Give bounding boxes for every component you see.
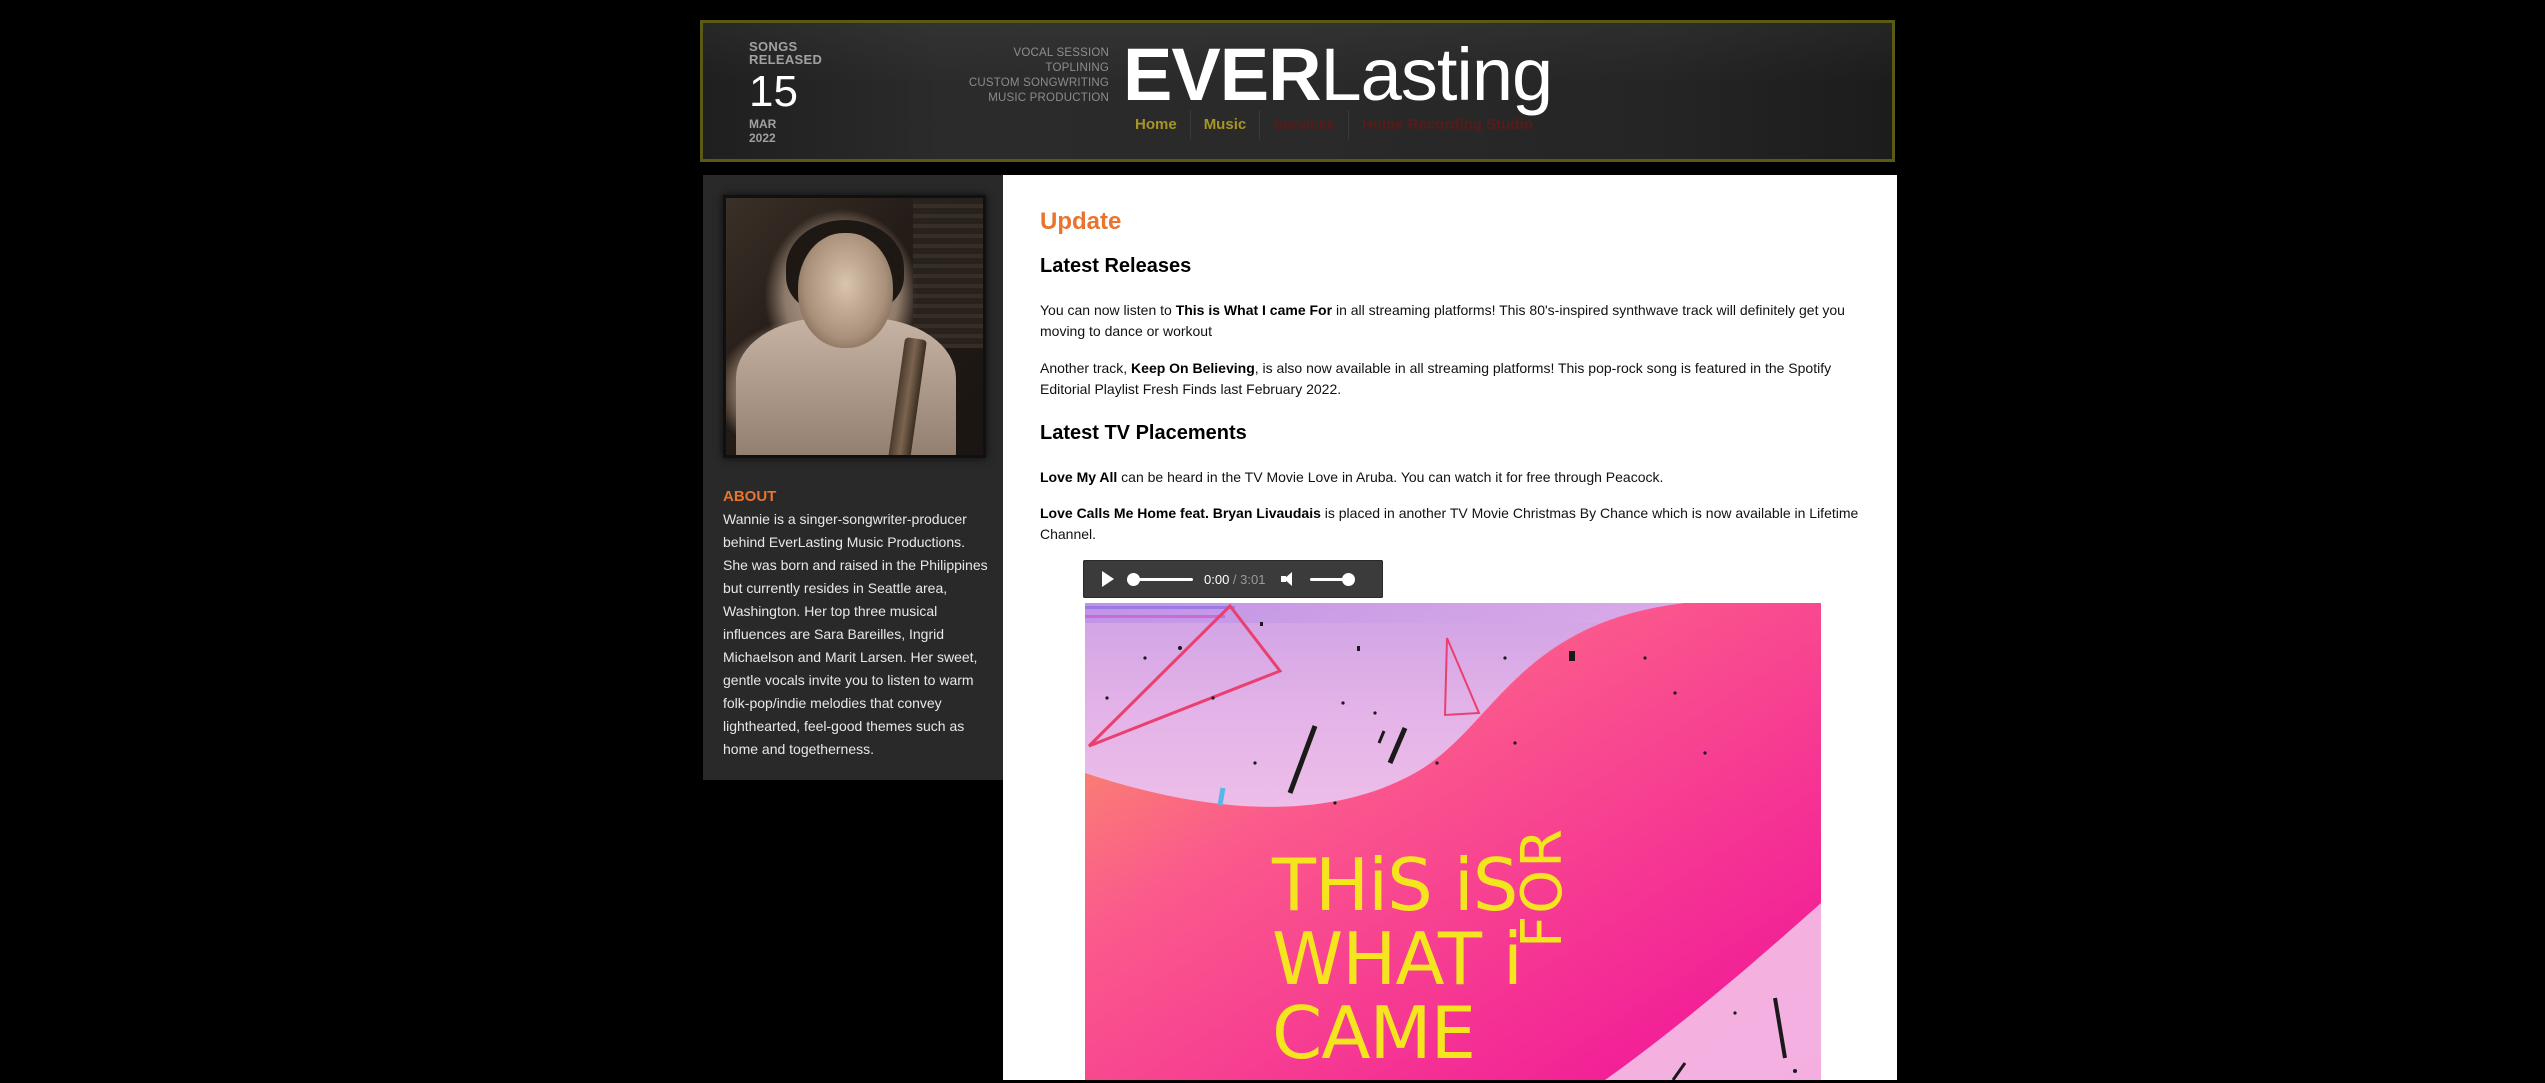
songs-count: 15: [749, 67, 798, 116]
songs-label-line2: RELEASED: [749, 52, 823, 67]
volume-knob[interactable]: [1342, 572, 1356, 586]
audio-progress-slider[interactable]: [1127, 572, 1193, 586]
page-title: Update: [1040, 208, 1122, 235]
release-paragraph-2: Another track, Keep On Believing, is als…: [1040, 360, 1832, 397]
songs-year: 2022: [749, 131, 776, 145]
tv-title-2: Love Calls Me Home feat. Bryan Livaudais: [1040, 505, 1321, 521]
services-list: VOCAL SESSION TOPLINING CUSTOM SONGWRITI…: [969, 46, 1109, 106]
progress-knob[interactable]: [1127, 572, 1140, 586]
current-time: 0:00: [1204, 571, 1230, 587]
logo-bold: EVER: [1123, 33, 1322, 116]
nav-link-home-recording-studio[interactable]: Home Recording Studio: [1347, 110, 1546, 139]
duration: 3:01: [1240, 571, 1266, 587]
main-nav: Home Music Services Home Recording Studi…: [1130, 110, 1546, 139]
nav-link-home[interactable]: Home: [1130, 110, 1190, 139]
main-content: Update Latest Releases You can now liste…: [1003, 175, 1897, 1080]
artist-photo: [723, 195, 986, 458]
cover-art-image: THiS iS WHAT i CAME FOR: [1085, 603, 1821, 1080]
songs-month: MAR: [749, 117, 777, 131]
release-title-2: Keep On Believing: [1131, 360, 1255, 376]
nav-link-services[interactable]: Services: [1259, 110, 1348, 139]
audio-time: 0:00 / 3:01: [1204, 571, 1266, 587]
audio-player: 0:00 / 3:01: [1083, 560, 1383, 598]
site-header: SONGS RELEASED 15 MAR 2022 VOCAL SESSION…: [700, 20, 1895, 162]
release-paragraph-1: You can now listen to This is What I cam…: [1040, 302, 1845, 339]
service-item: CUSTOM SONGWRITING: [968, 77, 1109, 89]
about-text: Wannie is a singer-songwriter-producer b…: [723, 511, 988, 757]
tv-title-1: Love My All: [1040, 469, 1118, 485]
songs-released-counter: SONGS RELEASED 15 MAR 2022: [749, 40, 822, 144]
site-logo[interactable]: EVERLasting: [1123, 33, 1554, 116]
tv-paragraph-1: Love My All can be heard in the TV Movie…: [1040, 469, 1664, 485]
tv-paragraph-2: Love Calls Me Home feat. Bryan Livaudais…: [1040, 505, 1859, 542]
about-title: ABOUT: [723, 488, 777, 505]
tv-placements-heading: Latest TV Placements: [1040, 422, 1247, 444]
latest-releases-heading: Latest Releases: [1040, 255, 1192, 277]
service-item: VOCAL SESSION: [1013, 47, 1109, 59]
cover-title-vertical: FOR: [1510, 826, 1575, 948]
play-icon[interactable]: [1102, 571, 1114, 587]
nav-link-music[interactable]: Music: [1189, 110, 1260, 139]
volume-slider[interactable]: [1310, 572, 1356, 586]
service-item: TOPLINING: [1045, 62, 1109, 74]
cover-title: THiS iS WHAT i CAME: [1272, 843, 1523, 1075]
logo-light: Lasting: [1320, 33, 1554, 116]
release-title-1: This is What I came For: [1175, 302, 1333, 318]
sidebar: ABOUT Wannie is a singer-songwriter-prod…: [703, 175, 1003, 780]
volume-icon[interactable]: [1281, 571, 1297, 587]
service-item: MUSIC PRODUCTION: [988, 92, 1109, 104]
